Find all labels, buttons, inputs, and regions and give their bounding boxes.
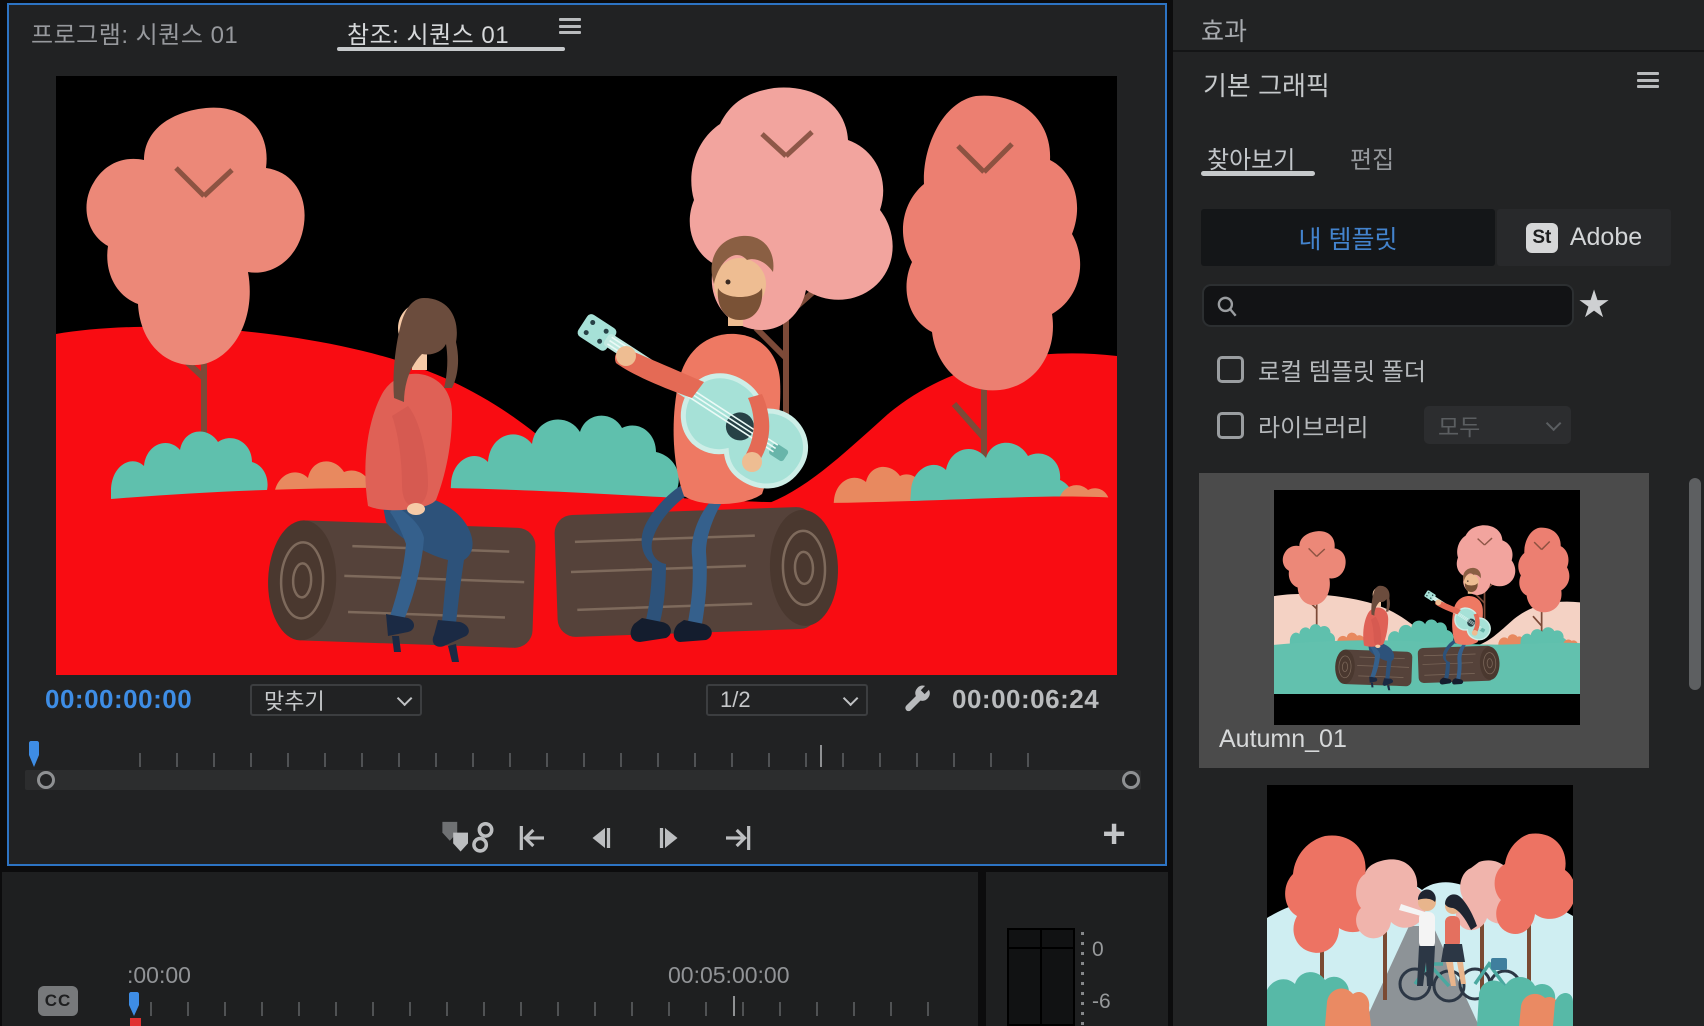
adobe-stock-toggle[interactable]: St Adobe (1497, 209, 1671, 266)
tab-program-monitor[interactable]: 프로그램: 시퀀스 01 (31, 15, 238, 50)
template-name: Autumn_01 (1219, 725, 1347, 753)
template-thumbnail[interactable] (1274, 490, 1580, 725)
go-to-out-button[interactable] (721, 821, 755, 855)
favorites-star-icon[interactable]: ★ (1577, 282, 1611, 327)
button-editor-plus-icon[interactable]: + (1097, 814, 1131, 854)
libraries-label: 라이브러리 (1258, 415, 1369, 442)
chevron-down-icon (1545, 415, 1562, 431)
scrollbar-thumb[interactable] (1689, 478, 1701, 690)
audio-meter-scale-ticks (1081, 932, 1084, 1026)
template-search-box[interactable] (1202, 284, 1574, 327)
my-templates-label: 내 템플릿 (1298, 225, 1398, 254)
premiere-app: 프로그램: 시퀀스 01 참조: 시퀀스 01 00:00:00:00 맞추기 … (0, 0, 1704, 1026)
go-to-in-button[interactable] (515, 821, 549, 855)
tab-browse[interactable]: 찾아보기 (1207, 140, 1295, 175)
audio-meter-right-channel (1040, 928, 1075, 1026)
resolution-value: 1/2 (720, 687, 751, 712)
template-thumbnail[interactable] (1267, 785, 1573, 1026)
libraries-dropdown[interactable]: 모두 (1424, 406, 1571, 444)
timeline-panel: :00:00 00:05:00:00 CC (2, 872, 978, 1026)
active-tab-underline (337, 47, 565, 51)
chevron-down-icon (396, 690, 413, 706)
playhead-in-point-marker (130, 1018, 141, 1026)
audio-meter-left-channel (1007, 928, 1042, 1026)
settings-wrench-icon[interactable] (900, 683, 932, 715)
timeline-ruler-major-tick (733, 996, 735, 1016)
closed-captions-button[interactable]: CC (38, 986, 78, 1016)
meter-scale-label: 0 (1092, 938, 1104, 961)
zoom-fit-value: 맞추기 (264, 689, 325, 714)
clip-duration: 00:00:06:24 (952, 684, 1100, 714)
autumn-illustration (56, 76, 1117, 675)
monitor-ruler-ticks (139, 753, 1051, 767)
essential-graphics-panel: 효과 기본 그래픽 찾아보기 편집 내 템플릿 St Adobe ★ 로컬 템플… (1173, 0, 1704, 1026)
audio-meters-panel: 0 -6 (986, 872, 1168, 1026)
audio-meter-segment-line (1007, 947, 1075, 949)
zoom-fit-dropdown[interactable]: 맞추기 (250, 684, 422, 716)
scrollbar-handle-left[interactable] (37, 771, 55, 789)
ruler-label: 00:05:00:00 (668, 962, 790, 988)
adobe-stock-label: Adobe (1569, 223, 1643, 251)
panel-menu-icon[interactable] (559, 18, 581, 34)
libraries-dropdown-value: 모두 (1438, 414, 1481, 440)
reference-monitor-panel: 프로그램: 시퀀스 01 참조: 시퀀스 01 00:00:00:00 맞추기 … (7, 3, 1167, 866)
video-preview (56, 76, 1117, 675)
meter-scale-label: -6 (1092, 990, 1111, 1013)
my-templates-toggle[interactable]: 내 템플릿 (1201, 209, 1495, 266)
tab-edit[interactable]: 편집 (1350, 140, 1394, 175)
search-input[interactable] (1240, 292, 1562, 319)
tab-reference-monitor[interactable]: 참조: 시퀀스 01 (347, 15, 509, 50)
add-marker-button[interactable] (429, 821, 507, 855)
monitor-tabbar: 프로그램: 시퀀스 01 참조: 시퀀스 01 (9, 5, 1165, 55)
libraries-checkbox[interactable] (1217, 412, 1244, 439)
adobe-stock-icon: St (1525, 222, 1558, 253)
template-card-autumn-01[interactable]: Autumn_01 (1199, 473, 1649, 768)
active-tab-underline (1201, 171, 1315, 176)
current-timecode[interactable]: 00:00:00:00 (45, 684, 192, 715)
scrollbar-handle-right[interactable] (1122, 771, 1140, 789)
search-icon (1217, 296, 1237, 317)
gang-chain-icon (472, 821, 494, 853)
local-templates-label: 로컬 템플릿 폴더 (1258, 359, 1426, 386)
tab-effects[interactable]: 효과 (1201, 12, 1247, 48)
step-forward-button[interactable] (653, 821, 687, 855)
divider (1173, 50, 1704, 52)
local-templates-checkbox[interactable] (1217, 356, 1244, 383)
ruler-label: :00:00 (127, 962, 191, 988)
step-back-button[interactable] (583, 821, 617, 855)
chevron-down-icon (842, 690, 859, 706)
panel-menu-icon[interactable] (1637, 72, 1659, 88)
playback-resolution-dropdown[interactable]: 1/2 (706, 684, 868, 716)
monitor-scrollbar[interactable] (25, 770, 1141, 790)
marker-front-icon (453, 832, 468, 852)
monitor-ruler-major-tick (820, 745, 822, 767)
panel-title-essential-graphics: 기본 그래픽 (1203, 71, 1330, 101)
timeline-ruler[interactable] (150, 1002, 962, 1016)
